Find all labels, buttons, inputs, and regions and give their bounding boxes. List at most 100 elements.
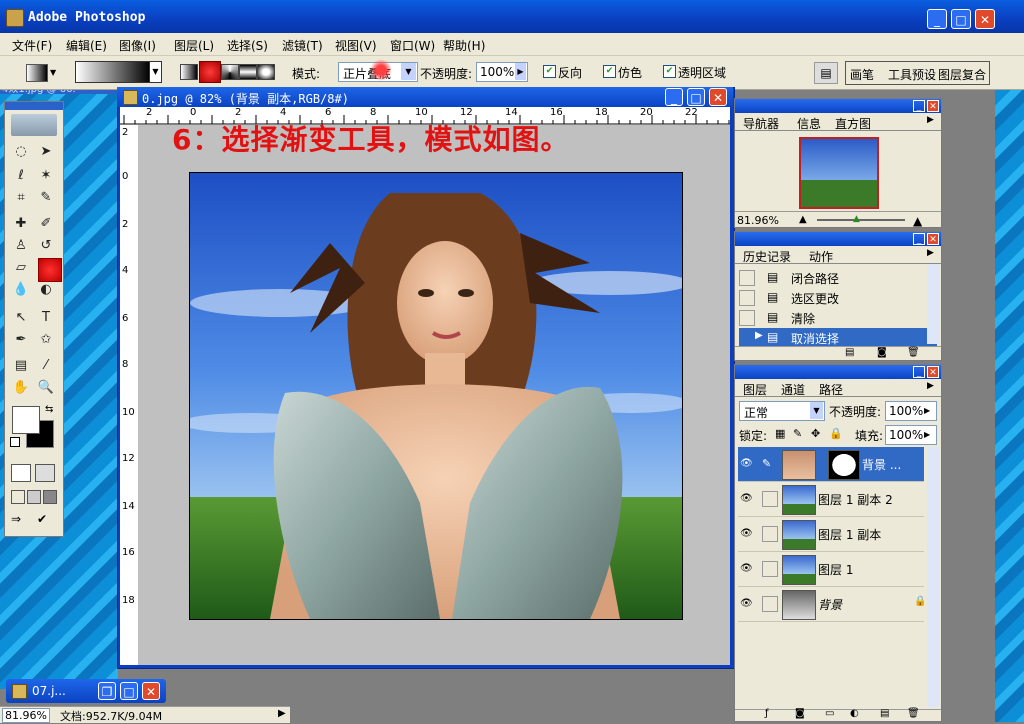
minimized-document[interactable]: 07.j... ❐ □ ✕ [6,679,166,703]
menu-help[interactable]: 帮助(H) [443,37,485,54]
palette-tab-layer-comps[interactable]: 图层复合 [938,66,986,83]
screen-mode-menubar-icon[interactable] [27,490,41,504]
blur-tool-icon[interactable]: 💧 [11,280,31,300]
path-selection-tool-icon[interactable]: ↖ [11,308,31,328]
menu-view[interactable]: 视图(V) [335,37,377,54]
gradient-picker[interactable] [75,61,151,83]
gradient-picker-chevron-icon[interactable]: ▼ [149,61,162,83]
menu-layer[interactable]: 图层(L) [174,37,214,54]
status-zoom[interactable]: 81.96% [2,708,50,723]
menu-select[interactable]: 选择(S) [227,37,268,54]
new-document-from-state-icon[interactable]: ▤ [845,347,854,358]
panel-minimize-button[interactable]: _ [913,100,925,112]
brush-link-icon[interactable]: ✎ [762,457,771,470]
panel-minimize-button[interactable]: _ [913,233,925,245]
add-mask-icon[interactable]: ◙ [795,708,805,719]
history-item[interactable]: ▤ 闭合路径 [739,268,937,287]
eye-icon[interactable]: 👁 [740,563,753,574]
transparency-checkbox[interactable]: ✔ [663,65,676,78]
palette-tab-brushes[interactable]: 画笔 [850,66,874,83]
panel-menu-icon[interactable]: ▶ [927,381,934,391]
layer-mask-thumbnail[interactable] [828,450,860,480]
preset-chevron-icon[interactable]: ▼ [50,68,56,77]
menu-window[interactable]: 窗口(W) [390,37,435,54]
lock-position-icon[interactable]: ✥ [811,427,820,440]
eraser-tool-icon[interactable]: ▱ [11,258,31,278]
trash-icon[interactable]: 🗑 [907,708,920,719]
pen-tool-icon[interactable]: ✒ [11,330,31,350]
diamond-gradient-icon[interactable] [257,64,275,80]
tab-navigator[interactable]: 导航器 [743,115,779,132]
panel-menu-icon[interactable]: ▶ [927,115,934,125]
lock-transparency-icon[interactable]: ▦ [775,427,785,440]
canvas-image[interactable] [189,172,683,620]
fill-field[interactable]: 100% ▶ [885,425,937,445]
blend-mode-dropdown[interactable]: 正常 ▼ [739,401,825,421]
layer-link-box[interactable] [762,491,778,507]
healing-brush-tool-icon[interactable]: ✚ [11,214,31,234]
ruler-vertical[interactable]: 2 0 2 4 6 8 10 12 14 16 18 [120,125,139,665]
clone-stamp-tool-icon[interactable]: ♙ [11,236,31,256]
marquee-tool-icon[interactable]: ◌ [11,142,31,162]
tab-actions[interactable]: 动作 [809,248,833,265]
quick-mask-mode-icon[interactable] [35,464,55,482]
gradient-tool-icon[interactable] [38,258,62,282]
toolbox-grip[interactable] [5,102,63,110]
default-colors-icon[interactable] [10,437,20,447]
menu-edit[interactable]: 编辑(E) [66,37,107,54]
layer-row[interactable]: 👁 背景 🔒 [738,587,926,622]
linear-gradient-icon[interactable] [180,64,198,80]
tab-channels[interactable]: 通道 [781,381,805,398]
lock-all-icon[interactable]: 🔒 [829,427,843,440]
tab-paths[interactable]: 路径 [819,381,843,398]
jump-to-imageready-icon[interactable]: ⇒ [11,512,31,530]
custom-shape-tool-icon[interactable]: ✩ [36,330,56,350]
layer-row-selected[interactable]: 👁 ✎ 背景 ... [738,447,924,482]
navigator-panel-header[interactable]: _ ✕ [735,99,941,113]
palette-tab-tool-presets[interactable]: 工具预设 [888,66,936,83]
layer-link-box[interactable] [762,526,778,542]
notes-tool-icon[interactable]: ▤ [11,356,31,376]
new-layer-icon[interactable]: ▤ [880,708,889,719]
lasso-tool-icon[interactable]: ℓ [11,166,31,186]
eye-icon[interactable]: 👁 [740,598,753,609]
menu-filter[interactable]: 滤镜(T) [282,37,323,54]
panel-close-button[interactable]: ✕ [927,100,939,112]
panel-minimize-button[interactable]: _ [913,366,925,378]
tab-history[interactable]: 历史记录 [743,248,791,265]
brush-tool-icon[interactable]: ✐ [36,214,56,234]
navigator-zoom[interactable]: 81.96% [737,214,779,227]
swap-colors-icon[interactable]: ⇆ [45,404,53,415]
trash-icon[interactable]: 🗑 [907,347,920,358]
close-button[interactable]: ✕ [142,682,160,700]
foreground-color-swatch[interactable] [12,406,40,434]
history-brush-tool-icon[interactable]: ↺ [36,236,56,256]
layer-style-icon[interactable]: ƒ [765,708,769,719]
dodge-tool-icon[interactable]: ◐ [36,280,56,300]
maximize-button[interactable]: □ [951,9,971,29]
screen-mode-standard-icon[interactable] [11,490,25,504]
menu-image[interactable]: 图像(I) [119,37,156,54]
eye-icon[interactable]: 👁 [740,528,753,539]
new-snapshot-icon[interactable]: ◙ [877,347,887,358]
navigator-thumbnail[interactable] [799,137,879,209]
layer-link-box[interactable] [762,596,778,612]
adjustment-layer-icon[interactable]: ◐ [850,708,859,719]
layer-link-box[interactable] [762,561,778,577]
new-group-icon[interactable]: ▭ [825,708,834,719]
standard-mode-icon[interactable] [11,464,31,482]
maximize-button[interactable]: □ [120,682,138,700]
tab-layers[interactable]: 图层 [743,381,767,398]
panel-close-button[interactable]: ✕ [927,366,939,378]
zoom-slider-thumb-icon[interactable]: ▲ [853,214,860,224]
minimize-button[interactable]: _ [927,9,947,29]
eye-icon[interactable]: 👁 [740,458,753,469]
zoom-tool-icon[interactable]: 🔍 [36,378,56,398]
zoom-out-icon[interactable]: ▲ [799,214,807,225]
history-item[interactable]: ▤ 选区更改 [739,288,937,307]
type-tool-icon[interactable]: T [36,308,56,328]
dither-checkbox[interactable]: ✔ [603,65,616,78]
move-tool-icon[interactable]: ➤ [36,142,56,162]
layer-row[interactable]: 👁 图层 1 副本 [738,517,924,552]
history-panel-header[interactable]: _ ✕ [735,232,941,246]
